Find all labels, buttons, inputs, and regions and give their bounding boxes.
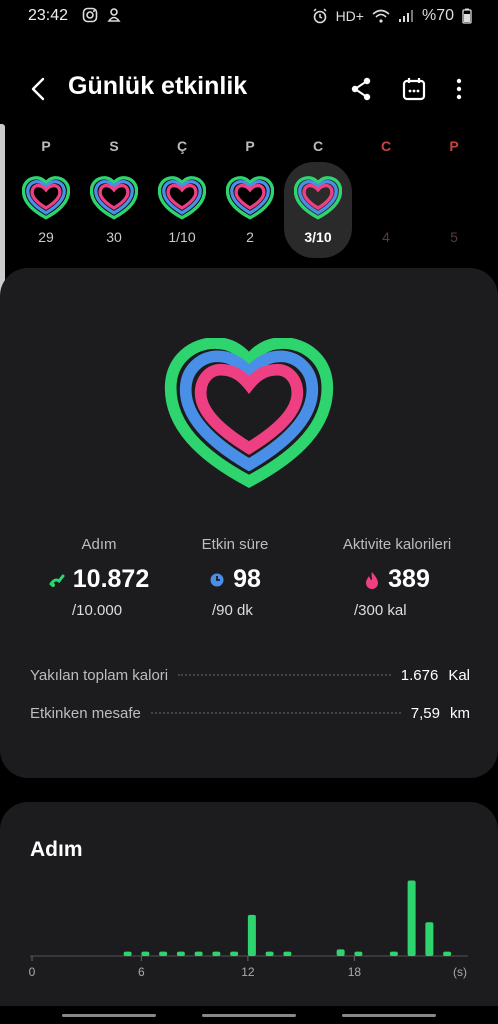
chart-tick-label: 18	[348, 965, 362, 979]
distance-label: Etkinken mesafe	[30, 704, 141, 722]
back-icon[interactable]	[24, 74, 54, 104]
activity-heart-icon	[22, 176, 70, 220]
day-letter: C	[380, 138, 392, 154]
total-calories-label: Yakılan toplam kalori	[30, 666, 169, 684]
app-header: Günlük etkinlik	[0, 60, 498, 118]
day-item[interactable]: P 29	[12, 130, 80, 260]
steps-icon	[49, 574, 65, 587]
day-date: 29	[38, 229, 54, 245]
activity-heart-icon	[90, 176, 138, 220]
day-date: 5	[450, 229, 458, 245]
status-bar: 23:42 HD+ %70	[0, 0, 498, 32]
day-item[interactable]: P 2	[216, 130, 284, 260]
system-nav-bar	[0, 1006, 498, 1024]
day-item-selected[interactable]: C 3/10	[284, 138, 352, 258]
more-icon[interactable]	[444, 74, 474, 104]
distance-value: 7,59	[410, 704, 440, 722]
chart-tick-label: 0	[29, 965, 36, 979]
chart-bar	[283, 951, 292, 956]
activity-heart-icon	[294, 176, 342, 220]
day-letter: S	[109, 138, 119, 154]
active-time-goal: /90 dk	[212, 602, 253, 619]
distance-row: Etkinken mesafe 7,59 km	[30, 702, 470, 724]
chart-bar	[425, 922, 434, 956]
steps-hourly-chart: 0 6 12 18 (s)	[29, 880, 468, 979]
day-date: 3/10	[304, 229, 332, 245]
total-calories-row: Yakılan toplam kalori 1.676 Kal	[30, 664, 470, 686]
total-calories-unit: Kal	[448, 666, 470, 684]
day-item[interactable]: S 30	[80, 130, 148, 260]
status-time: 23:42	[28, 7, 69, 24]
battery-level: %70	[421, 7, 454, 24]
chart-tick-label: (s)	[453, 965, 467, 979]
chart-bar	[407, 880, 416, 956]
day-date: 30	[106, 229, 122, 245]
active-time-label: Etkin süre	[201, 536, 269, 553]
alarm-icon	[313, 8, 327, 24]
chart-bar	[265, 951, 274, 956]
daily-summary-card: Adım 10.872 /10.000 Etkin süre 98 /90 dk…	[0, 268, 498, 778]
activity-heart-icon	[158, 176, 206, 220]
chart-bar	[159, 951, 168, 956]
chart-bar	[230, 951, 239, 956]
activity-heart-icon	[226, 176, 274, 220]
day-item[interactable]: C 4	[352, 130, 420, 260]
notification-icon	[107, 8, 121, 22]
day-letter: Ç	[176, 138, 188, 154]
nav-home[interactable]	[202, 1014, 296, 1017]
instagram-icon	[82, 7, 98, 23]
dotted-leader	[178, 674, 391, 676]
calories-value: 389	[388, 565, 430, 593]
clock-icon	[210, 573, 224, 586]
day-item[interactable]: Ç 1/10	[148, 130, 216, 260]
page-title: Günlük etkinlik	[68, 72, 248, 100]
nav-recent[interactable]	[62, 1014, 156, 1017]
chart-bar	[194, 951, 203, 956]
battery-icon	[462, 8, 472, 24]
day-date: 4	[382, 229, 390, 245]
day-letter: P	[449, 138, 459, 154]
day-letter: C	[312, 138, 324, 154]
active-time-value: 98	[233, 565, 261, 593]
dotted-leader	[150, 712, 401, 714]
distance-unit: km	[450, 704, 470, 722]
chart-bar	[141, 951, 150, 956]
signal-icon	[398, 10, 413, 22]
chart-bar	[212, 951, 221, 956]
chart-bar	[176, 951, 185, 956]
chart-bar	[443, 951, 452, 956]
nav-back[interactable]	[342, 1014, 436, 1017]
calendar-icon[interactable]	[399, 74, 429, 104]
share-icon[interactable]	[346, 74, 376, 104]
chart-bar	[247, 914, 256, 956]
day-date: 1/10	[168, 229, 196, 245]
chart-bar	[354, 951, 363, 956]
chart-bar	[389, 951, 398, 956]
active-time-stat[interactable]: Etkin süre 98 /90 dk	[150, 536, 320, 619]
chart-tick-label: 6	[138, 965, 145, 979]
steps-chart-card[interactable]: Adım 0 6 12 18 (s)	[0, 802, 498, 1012]
chart-bar	[336, 949, 345, 956]
steps-value: 10.872	[72, 565, 150, 593]
calories-goal: /300 kal	[354, 602, 407, 619]
steps-card-title: Adım	[30, 838, 83, 861]
day-date: 2	[246, 229, 254, 245]
total-calories-value: 1.676	[400, 666, 439, 684]
chart-bar	[123, 951, 132, 956]
calories-stat[interactable]: Aktivite kalorileri 389 /300 kal	[312, 536, 482, 619]
flame-icon	[366, 571, 379, 589]
network-type: HD+	[335, 8, 364, 24]
day-letter: P	[41, 138, 51, 154]
day-item[interactable]: P 5	[420, 130, 488, 260]
day-letter: P	[245, 138, 255, 154]
calories-label: Aktivite kalorileri	[342, 536, 452, 553]
activity-rings-heart	[164, 338, 334, 488]
summary-stats: Adım 10.872 /10.000 Etkin süre 98 /90 dk…	[0, 536, 498, 619]
wifi-icon	[372, 9, 390, 23]
week-strip: P 29 S 30 Ç 1/10 P 2 C 3/10 C 4 P 5	[12, 130, 488, 260]
chart-tick-label: 12	[241, 965, 255, 979]
